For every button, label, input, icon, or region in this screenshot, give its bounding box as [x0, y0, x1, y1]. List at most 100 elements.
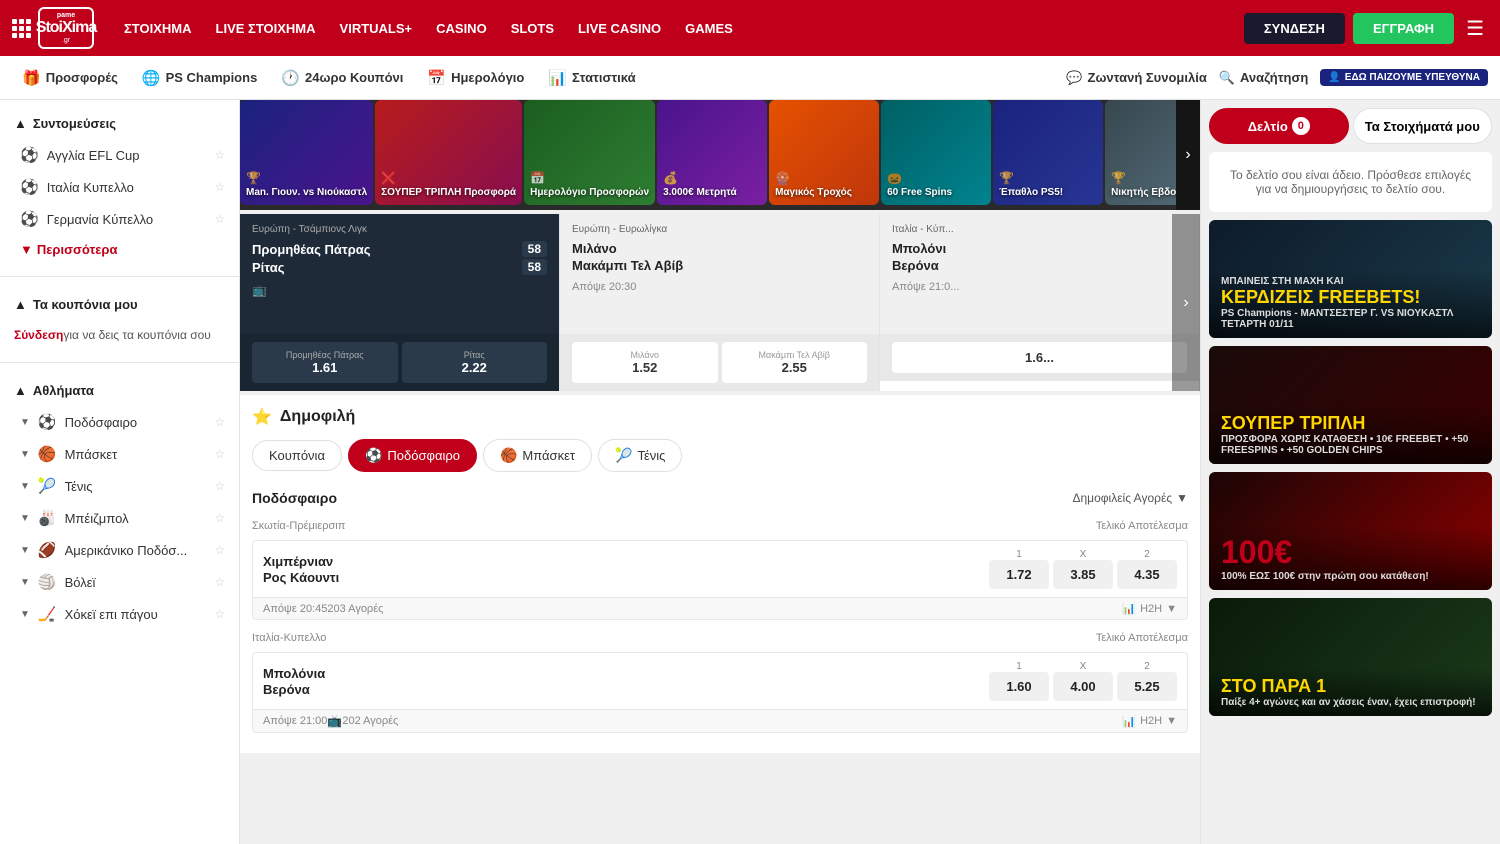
- tab-football[interactable]: ⚽ Ποδόσφαιρο: [348, 439, 477, 472]
- matches-next-button[interactable]: ›: [1172, 214, 1200, 391]
- nav-live-stoixima[interactable]: LIVE ΣΤΟΙΧΗΜΑ: [206, 15, 326, 42]
- sidebar-item-germany-cup[interactable]: ⚽ Γερμανία Κύπελλο ☆: [0, 203, 239, 235]
- match-footer-2: 1.6...: [880, 334, 1199, 381]
- tab-coupons[interactable]: Κουπόνια: [252, 440, 342, 471]
- result-label-0: Τελικό Αποτέλεσμα: [1096, 516, 1188, 536]
- match-tv-icon: 📺: [252, 283, 547, 297]
- match-time-1: Απόψε 20:30: [572, 281, 867, 293]
- top-navigation: pame StoiXima .gr ΣΤΟΙΧΗΜΑ LIVE ΣΤΟΙΧΗΜΑ…: [0, 0, 1500, 56]
- sidebar-item-tennis[interactable]: ▼ 🎾 Τένις ☆: [0, 470, 239, 502]
- nav-virtuals[interactable]: VIRTUALS+: [330, 15, 423, 42]
- match-odd-btn-0-0[interactable]: Προμηθέας Πάτρας 1.61: [252, 342, 398, 383]
- banner-item-3[interactable]: 💰 3.000€ Μετρητά: [657, 100, 767, 205]
- banner-item-4[interactable]: 🎡 Μαγικός Τροχός: [769, 100, 879, 205]
- odd-btn-1-0[interactable]: 1.60: [989, 672, 1049, 701]
- live-chat-button[interactable]: 💬 Ζωντανή Συνομιλία: [1066, 70, 1207, 86]
- banner-icon-1: ❌: [381, 171, 516, 185]
- match-odd-btn-1-0[interactable]: Μιλάνο 1.52: [572, 342, 718, 383]
- nav-casino[interactable]: CASINO: [426, 15, 497, 42]
- odd-btn-0-0[interactable]: 1.72: [989, 560, 1049, 589]
- volleyball-sport-icon: 🏐: [38, 573, 57, 591]
- sidebar-item-ice-hockey[interactable]: ▼ 🏒 Χόκεϊ επι πάγου ☆: [0, 598, 239, 630]
- sec-nav-offers[interactable]: 🎁 Προσφορές: [12, 65, 128, 91]
- bet-row-top-0: Χιμπέρνιαν Ρος Κάουντι 1 1.72 Χ: [253, 541, 1187, 597]
- promo-banner-1[interactable]: ΣΟΥΠΕΡ ΤΡΙΠΛΗ ΠΡΟΣΦΟΡΑ ΧΩΡΙΣ ΚΑΤΑΘΕΣΗ • …: [1209, 346, 1492, 464]
- hamburger-menu-button[interactable]: ☰: [1462, 12, 1488, 45]
- nav-slots[interactable]: SLOTS: [501, 15, 564, 42]
- banner-item-2[interactable]: 📅 Ημερολόγιο Προσφορών: [524, 100, 655, 205]
- banner-icon-6: 🏆: [999, 171, 1097, 185]
- bet-markets-0[interactable]: 203 Αγορές: [327, 603, 383, 615]
- my-coupons-header[interactable]: ▲ Τα κουπόνια μου: [0, 289, 239, 320]
- match-team-2-1: Βερόνα: [892, 258, 1187, 273]
- chevron-down-icon-markets: ▼: [1176, 491, 1188, 505]
- sidebar-item-baseball[interactable]: ▼ 🎳 Μπέιζμπολ ☆: [0, 502, 239, 534]
- shortcuts-more[interactable]: ▼ Περισσότερα: [0, 235, 239, 264]
- sidebar-item-volleyball[interactable]: ▼ 🏐 Βόλεϊ ☆: [0, 566, 239, 598]
- search-button[interactable]: 🔍 Αναζήτηση: [1219, 70, 1309, 86]
- odd-btn-0-1[interactable]: 3.85: [1053, 560, 1113, 589]
- sec-nav-24h-coupon[interactable]: 🕐 24ωρο Κουπόνι: [271, 65, 413, 91]
- league-section-0: Σκωτία-Πρέμιερσιπ Τελικό Αποτέλεσμα Χιμπ…: [252, 512, 1188, 620]
- baseball-fav-icon: ☆: [214, 511, 225, 525]
- popular-section: ⭐ Δημοφιλή Κουπόνια ⚽ Ποδόσφαιρο 🏀 Μπάσκ…: [240, 395, 1200, 753]
- bet-markets-1[interactable]: 202 Αγορές: [342, 715, 398, 727]
- nav-stoixima[interactable]: ΣΤΟΙΧΗΜΑ: [114, 15, 202, 42]
- banner-item-0[interactable]: 🏆 Man. Γιουν. vs Νιούκαστλ: [240, 100, 373, 205]
- popular-markets-button[interactable]: Δημοφιλείς Αγορές ▼: [1072, 491, 1188, 505]
- sidebar-item-football[interactable]: ▼ ⚽ Ποδόσφαιρο ☆: [0, 406, 239, 438]
- sports-header[interactable]: ▲ Αθλήματα: [0, 375, 239, 406]
- odd-btn-1-1[interactable]: 4.00: [1053, 672, 1113, 701]
- sidebar-item-england-efl[interactable]: ⚽ Αγγλία EFL Cup ☆: [0, 139, 239, 171]
- banner-item-7[interactable]: 🏆 Νικητής Εβδομάδας: [1105, 100, 1176, 205]
- banner-label-2: Ημερολόγιο Προσφορών: [530, 187, 649, 199]
- sports-expand-icon: ▲: [14, 383, 27, 398]
- register-button[interactable]: ΕΓΓΡΑΦΗ: [1353, 13, 1454, 44]
- logo-main-text: StoiXima: [36, 19, 96, 37]
- odd-btn-1-2[interactable]: 5.25: [1117, 672, 1177, 701]
- banner-item-1[interactable]: ❌ ΣΟΥΠΕΡ ΤΡΙΠΛΗ Προσφορά: [375, 100, 522, 205]
- bet-stats-button-0[interactable]: 📊 H2H ▼: [1122, 602, 1177, 615]
- match-score-0-1: 58: [522, 259, 547, 275]
- chevron-down-icon-am-football: ▼: [20, 545, 30, 556]
- nav-games[interactable]: GAMES: [675, 15, 743, 42]
- odd-btn-0-2[interactable]: 4.35: [1117, 560, 1177, 589]
- promo-banner-2[interactable]: 100€ 100% ΕΩΣ 100€ στην πρώτη σου κατάθε…: [1209, 472, 1492, 590]
- betslip-tab-my-bets[interactable]: Τα Στοιχήματά μου: [1353, 108, 1493, 144]
- grid-menu-icon[interactable]: [12, 19, 30, 38]
- responsible-gaming-badge[interactable]: 👤 ΕΔΩ ΠΑΙΖΟΥΜΕ ΥΠΕΥΘΥΝΑ: [1320, 69, 1488, 86]
- betslip-empty-message: Το δελτίο σου είναι άδειο. Πρόσθεσε επιλ…: [1209, 152, 1492, 212]
- sec-nav-calendar[interactable]: 📅 Ημερολόγιο: [417, 65, 534, 91]
- bet-teams-1: Μπολόνια Βερόνα: [263, 666, 989, 697]
- match-odd-btn-2-0[interactable]: 1.6...: [892, 342, 1187, 373]
- login-button[interactable]: ΣΥΝΔΕΣΗ: [1244, 13, 1345, 44]
- sec-nav-ps-champions[interactable]: 🌐 PS Champions: [132, 65, 267, 91]
- betslip-tab-delta[interactable]: Δελτίο 0: [1209, 108, 1349, 144]
- tab-tennis[interactable]: 🎾 Τένις: [598, 439, 682, 472]
- search-icon: 🔍: [1219, 70, 1235, 86]
- match-card-0: Ευρώπη - Τσάμπιονς Λιγκ Προμηθέας Πάτρας…: [240, 214, 560, 391]
- match-odd-btn-1-1[interactable]: Μακάμπι Τελ Αβίβ 2.55: [722, 342, 868, 383]
- bet-stats-button-1[interactable]: 📊 H2H ▼: [1122, 715, 1177, 728]
- match-odd-btn-0-1[interactable]: Ρίτας 2.22: [402, 342, 548, 383]
- banner-item-5[interactable]: 🎃 60 Free Spins: [881, 100, 991, 205]
- banner-label-3: 3.000€ Μετρητά: [663, 187, 761, 199]
- login-link[interactable]: Σύνδεση: [14, 328, 63, 342]
- promo-banner-3[interactable]: ΣΤΟ ΠΑΡΑ 1 Παίξε 4+ αγώνες και αν χάσεις…: [1209, 598, 1492, 716]
- sidebar-item-basketball[interactable]: ▼ 🏀 Μπάσκετ ☆: [0, 438, 239, 470]
- basketball-fav-icon: ☆: [214, 447, 225, 461]
- sec-nav-stats[interactable]: 📊 Στατιστικά: [538, 65, 645, 91]
- chat-icon: 💬: [1066, 70, 1082, 86]
- logo[interactable]: pame StoiXima .gr: [38, 7, 94, 49]
- banner-next-button[interactable]: ›: [1176, 100, 1200, 210]
- sidebar-item-italy-cup[interactable]: ⚽ Ιταλία Κυπελλο ☆: [0, 171, 239, 203]
- coupons-expand-icon: ▲: [14, 297, 27, 312]
- shortcuts-header[interactable]: ▲ Συντομεύσεις: [0, 108, 239, 139]
- banner-item-6[interactable]: 🏆 Έπαθλο PS5!: [993, 100, 1103, 205]
- nav-live-casino[interactable]: LIVE CASINO: [568, 15, 671, 42]
- sidebar-item-am-football[interactable]: ▼ 🏈 Αμερικάνικο Ποδόσ... ☆: [0, 534, 239, 566]
- match-score-0-0: 58: [522, 241, 547, 257]
- tab-basketball[interactable]: 🏀 Μπάσκετ: [483, 439, 592, 472]
- promo-banner-0[interactable]: ΜΠΑΙΝΕΙΣ ΣΤΗ ΜΑΧΗ ΚΑΙ ΚΕΡΔΙΖΕΙΣ FREEBETS…: [1209, 220, 1492, 338]
- banner-icon-3: 💰: [663, 171, 761, 185]
